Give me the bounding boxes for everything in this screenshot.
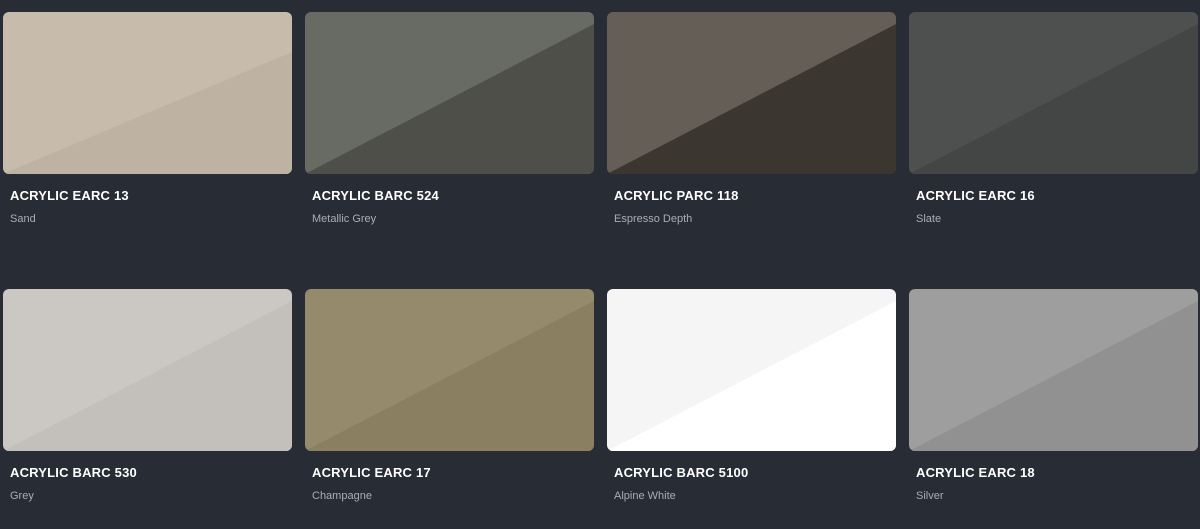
swatch-name: Slate [916, 213, 942, 225]
color-swatch[interactable] [305, 289, 594, 451]
swatch-code: ACRYLIC EARC 16 [916, 188, 1035, 203]
swatch-card[interactable]: ACRYLIC EARC 13 Sand [3, 12, 292, 252]
swatch-name: Champagne [312, 490, 372, 502]
color-swatch[interactable] [3, 12, 292, 174]
swatch-code: ACRYLIC PARC 118 [614, 188, 739, 203]
swatch-grid: ACRYLIC EARC 13 Sand ACRYLIC BARC 524 Me… [0, 0, 1200, 509]
swatch-name: Sand [10, 213, 36, 225]
color-swatch[interactable] [909, 12, 1198, 174]
color-swatch[interactable] [3, 289, 292, 451]
swatch-card[interactable]: ACRYLIC EARC 16 Slate [909, 12, 1198, 252]
swatch-code: ACRYLIC EARC 13 [10, 188, 129, 203]
color-swatch[interactable] [305, 12, 594, 174]
swatch-name: Alpine White [614, 490, 676, 502]
swatch-code: ACRYLIC EARC 17 [312, 465, 431, 480]
swatch-name: Silver [916, 490, 944, 502]
swatch-card[interactable]: ACRYLIC BARC 5100 Alpine White [607, 289, 896, 529]
color-swatch[interactable] [909, 289, 1198, 451]
swatch-code: ACRYLIC EARC 18 [916, 465, 1035, 480]
swatch-code: ACRYLIC BARC 5100 [614, 465, 749, 480]
swatch-card[interactable]: ACRYLIC EARC 18 Silver [909, 289, 1198, 529]
swatch-code: ACRYLIC BARC 530 [10, 465, 137, 480]
swatch-card[interactable]: ACRYLIC EARC 17 Champagne [305, 289, 594, 529]
swatch-name: Metallic Grey [312, 213, 377, 225]
swatch-card[interactable]: ACRYLIC BARC 530 Grey [3, 289, 292, 529]
swatch-card[interactable]: ACRYLIC PARC 118 Espresso Depth [607, 12, 896, 252]
swatch-card[interactable]: ACRYLIC BARC 524 Metallic Grey [305, 12, 594, 252]
color-swatch[interactable] [607, 12, 896, 174]
swatch-name: Espresso Depth [614, 213, 693, 225]
color-swatch[interactable] [607, 289, 896, 451]
swatch-code: ACRYLIC BARC 524 [312, 188, 439, 203]
swatch-name: Grey [10, 490, 34, 502]
